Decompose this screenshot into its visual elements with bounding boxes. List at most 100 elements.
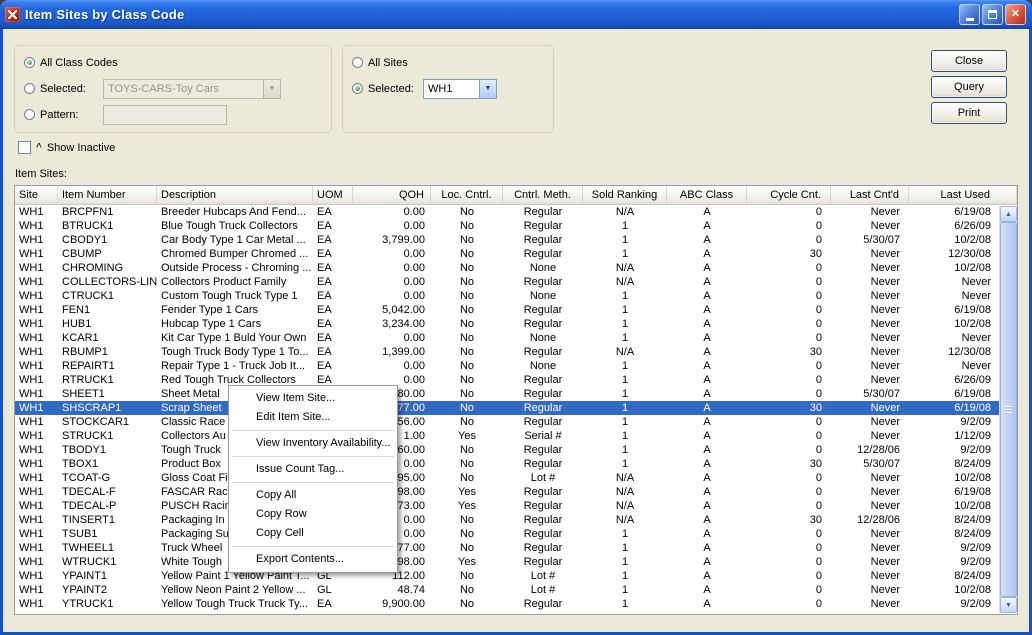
menu-item[interactable]: Copy Cell	[230, 524, 396, 543]
table-row[interactable]: WH1STOCKCAR1Classic RaceEA56.00NoRegular…	[15, 415, 1017, 429]
table-row[interactable]: WH1WTRUCK1White ToughEA198.00YesRegular1…	[15, 555, 1017, 569]
table-row[interactable]: WH1YPAINT1Yellow Paint 1 Yellow Paint T.…	[15, 569, 1017, 583]
table-cell: CHROMING	[58, 261, 157, 275]
column-header[interactable]: Site	[15, 186, 58, 204]
table-row[interactable]: WH1REPAIRT1Repair Type 1 - Truck Job It.…	[15, 359, 1017, 373]
column-header[interactable]: ABC Class	[667, 186, 747, 204]
menu-item[interactable]: View Item Site...	[230, 389, 396, 408]
table-cell: Outside Process - Chroming ...	[157, 261, 313, 275]
table-cell: Never	[831, 331, 909, 345]
table-cell: 0	[747, 443, 831, 457]
show-inactive-caret: ^	[36, 142, 42, 153]
table-row[interactable]: WH1COLLECTORS-LINECollectors Product Fam…	[15, 275, 1017, 289]
scroll-down-button[interactable]: ▼	[1000, 597, 1017, 613]
table-row[interactable]: WH1TWHEEL1Truck WheelEA877.00NoRegular1A…	[15, 541, 1017, 555]
titlebar-close-button[interactable]: ✕	[1005, 4, 1026, 25]
table-cell: Never	[831, 415, 909, 429]
site-combo[interactable]: WH1 ▼	[423, 79, 497, 99]
vertical-scrollbar[interactable]: ▲ ▼	[999, 206, 1016, 613]
menu-item[interactable]: View Inventory Availability...	[230, 434, 396, 453]
column-header[interactable]: Cntrl. Meth.	[503, 186, 583, 204]
print-button[interactable]: Print	[931, 102, 1007, 124]
table-row[interactable]: WH1TINSERT1Packaging InEA0.00NoRegularN/…	[15, 513, 1017, 527]
query-button[interactable]: Query	[931, 76, 1007, 98]
table-row[interactable]: WH1KCAR1Kit Car Type 1 Buld Your OwnEA0.…	[15, 331, 1017, 345]
table-row[interactable]: WH1CHROMINGOutside Process - Chroming ..…	[15, 261, 1017, 275]
close-button[interactable]: Close	[931, 50, 1007, 72]
menu-item[interactable]: Export Contents...	[230, 550, 396, 569]
table-row[interactable]: WH1HUB1Hubcap Type 1 CarsEA3,234.00NoReg…	[15, 317, 1017, 331]
table-cell: No	[431, 541, 503, 555]
column-header[interactable]: Item Number	[58, 186, 157, 204]
table-cell: None	[503, 261, 583, 275]
table-row[interactable]: WH1RTRUCK1Red Tough Truck CollectorsEA0.…	[15, 373, 1017, 387]
column-header[interactable]: Description	[157, 186, 313, 204]
titlebar[interactable]: Item Sites by Class Code ✕	[0, 0, 1032, 29]
table-row[interactable]: WH1STRUCK1Collectors AuEA1.00YesSerial #…	[15, 429, 1017, 443]
show-inactive-checkbox[interactable]	[18, 141, 31, 154]
table-row[interactable]: WH1TDECAL-FFASCAR RaciEA298.00YesRegular…	[15, 485, 1017, 499]
item-sites-table[interactable]: SiteItem NumberDescriptionUOMQOHLoc. Cnt…	[14, 185, 1018, 615]
table-row[interactable]: WH1FEN1Fender Type 1 CarsEA5,042.00NoReg…	[15, 303, 1017, 317]
table-row[interactable]: WH1BRCPFN1Breeder Hubcaps And Fend...EA0…	[15, 205, 1017, 219]
scroll-up-button[interactable]: ▲	[1000, 206, 1017, 222]
table-row[interactable]: WH1CTRUCK1Custom Tough Truck Type 1EA0.0…	[15, 289, 1017, 303]
column-header[interactable]: Last Cnt'd	[831, 186, 909, 204]
chevron-down-icon: ▼	[485, 85, 492, 92]
table-cell: Kit Car Type 1 Buld Your Own	[157, 331, 313, 345]
table-cell: A	[667, 317, 747, 331]
maximize-button[interactable]	[982, 4, 1003, 25]
table-cell: Never	[831, 345, 909, 359]
table-cell: Never	[831, 555, 909, 569]
table-cell: Regular	[503, 527, 583, 541]
menu-item[interactable]: Issue Count Tag...	[230, 460, 396, 479]
table-cell: 5/30/07	[831, 387, 909, 401]
table-cell: Blue Tough Truck Collectors	[157, 219, 313, 233]
minimize-button[interactable]	[959, 4, 980, 25]
table-cell: 0	[747, 541, 831, 555]
table-row[interactable]: WH1TCOAT-GGloss Coat FiEA195.00NoLot #N/…	[15, 471, 1017, 485]
menu-item[interactable]: Edit Item Site...	[230, 408, 396, 427]
class-code-pattern-radio[interactable]	[24, 109, 35, 120]
menu-item[interactable]: Copy All	[230, 486, 396, 505]
all-sites-radio[interactable]	[352, 57, 363, 68]
table-cell: WH1	[15, 233, 58, 247]
table-cell: EA	[313, 345, 353, 359]
table-cell: None	[503, 289, 583, 303]
column-header[interactable]: UOM	[313, 186, 353, 204]
scrollbar-thumb[interactable]	[1000, 222, 1017, 597]
all-class-codes-radio[interactable]	[24, 57, 35, 68]
table-row[interactable]: WH1TBOX1Product BoxEA0.00NoRegular1A305/…	[15, 457, 1017, 471]
column-header[interactable]: Sold Ranking	[583, 186, 667, 204]
menu-item[interactable]: Copy Row	[230, 505, 396, 524]
table-row[interactable]: WH1RBUMP1Tough Truck Body Type 1 To...EA…	[15, 345, 1017, 359]
table-row[interactable]: WH1CBUMPChromed Bumper Chromed ...EA0.00…	[15, 247, 1017, 261]
table-cell: 1	[583, 331, 667, 345]
table-cell: 0.00	[353, 261, 431, 275]
table-cell: Regular	[503, 247, 583, 261]
class-code-selected-radio[interactable]	[24, 83, 35, 94]
table-row[interactable]: WH1SHSCRAP1Scrap SheetEA777.00NoRegular1…	[15, 401, 1017, 415]
table-row[interactable]: WH1YTRUCK1Yellow Tough Truck Truck Ty...…	[15, 597, 1017, 611]
column-header[interactable]: Loc. Cntrl.	[431, 186, 503, 204]
table-cell: TCOAT-G	[58, 471, 157, 485]
table-row[interactable]: WH1TDECAL-PPUSCH RacinEA673.00YesRegular…	[15, 499, 1017, 513]
column-header[interactable]: QOH	[353, 186, 431, 204]
column-header[interactable]: Last Used	[909, 186, 1017, 204]
table-cell: SHSCRAP1	[58, 401, 157, 415]
table-cell: Regular	[503, 513, 583, 527]
table-cell: No	[431, 359, 503, 373]
table-cell: None	[503, 359, 583, 373]
table-row[interactable]: WH1TBODY1Tough TruckEA760.00NoRegular1A0…	[15, 443, 1017, 457]
table-row[interactable]: WH1SHEET1Sheet MetalEA1,080.00NoRegular1…	[15, 387, 1017, 401]
action-buttons: Close Query Print	[931, 50, 1007, 124]
site-selected-radio[interactable]	[352, 83, 363, 94]
table-cell: A	[667, 233, 747, 247]
table-row[interactable]: WH1TSUB1Packaging SuEA0.00NoRegular1A0Ne…	[15, 527, 1017, 541]
table-cell: RTRUCK1	[58, 373, 157, 387]
column-header[interactable]: Cycle Cnt.	[747, 186, 831, 204]
table-row[interactable]: WH1BTRUCK1Blue Tough Truck CollectorsEA0…	[15, 219, 1017, 233]
table-cell: 0	[747, 555, 831, 569]
table-row[interactable]: WH1CBODY1Car Body Type 1 Car Metal ...EA…	[15, 233, 1017, 247]
table-row[interactable]: WH1YPAINT2Yellow Neon Paint 2 Yellow ...…	[15, 583, 1017, 597]
